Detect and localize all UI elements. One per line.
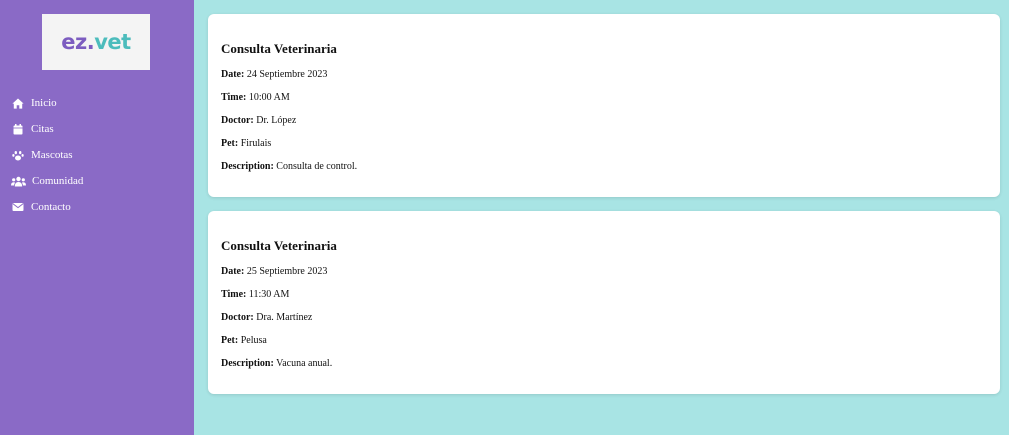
logo[interactable]: ez. vet bbox=[42, 14, 150, 70]
description-value: Consulta de control. bbox=[276, 161, 358, 172]
sidebar-item-citas[interactable]: Citas bbox=[11, 116, 83, 142]
sidebar-item-label: Citas bbox=[31, 123, 54, 135]
time-label: Time: bbox=[221, 289, 247, 300]
description-value: Vacuna anual. bbox=[276, 358, 333, 369]
sidebar-item-label: Comunidad bbox=[32, 175, 84, 187]
logo-text-vet: vet bbox=[94, 30, 131, 54]
pet-value: Pelusa bbox=[240, 335, 267, 346]
appointment-doctor: Doctor: Dra. Martínez bbox=[221, 312, 312, 323]
calendar-icon bbox=[11, 123, 24, 135]
pet-value: Firulais bbox=[240, 138, 272, 149]
pet-label: Pet: bbox=[221, 138, 239, 149]
paw-icon bbox=[11, 150, 24, 161]
description-label: Description: bbox=[221, 358, 274, 369]
sidebar-item-label: Inicio bbox=[31, 97, 57, 109]
sidebar-item-label: Contacto bbox=[31, 201, 71, 213]
appointment-time: Time: 11:30 AM bbox=[221, 289, 289, 300]
date-value: 24 Septiembre 2023 bbox=[246, 69, 328, 80]
appointment-card: Consulta Veterinaria Date: 24 Septiembre… bbox=[208, 14, 1000, 197]
appointment-description: Description: Consulta de control. bbox=[221, 161, 357, 172]
appointment-date: Date: 24 Septiembre 2023 bbox=[221, 69, 327, 80]
sidebar: ez.vet Inicio Citas Mascotas Comunidad bbox=[0, 0, 194, 435]
sidebar-item-label: Mascotas bbox=[31, 149, 73, 161]
logo-text-ez: ez. bbox=[61, 30, 95, 54]
sidebar-item-comunidad[interactable]: Comunidad bbox=[11, 168, 83, 194]
sidebar-item-contacto[interactable]: Contacto bbox=[11, 194, 83, 220]
sidebar-nav: Inicio Citas Mascotas Comunidad Contacto bbox=[11, 90, 83, 220]
description-label: Description: bbox=[221, 161, 274, 172]
sidebar-item-mascotas[interactable]: Mascotas bbox=[11, 142, 83, 168]
doctor-value: Dr. López bbox=[256, 115, 297, 126]
appointment-title: Consulta Veterinaria bbox=[221, 238, 337, 253]
doctor-value: Dra. Martínez bbox=[256, 312, 313, 323]
appointment-description: Description: Vacuna anual. bbox=[221, 358, 332, 369]
doctor-label: Doctor: bbox=[221, 115, 254, 126]
date-value: 25 Septiembre 2023 bbox=[246, 266, 328, 277]
appointment-date: Date: 25 Septiembre 2023 bbox=[221, 266, 327, 277]
envelope-icon bbox=[11, 202, 24, 213]
doctor-label: Doctor: bbox=[221, 312, 254, 323]
appointment-time: Time: 10:00 AM bbox=[221, 92, 290, 103]
date-label: Date: bbox=[221, 266, 245, 277]
time-value: 11:30 AM bbox=[248, 289, 290, 300]
appointment-title: Consulta Veterinaria bbox=[221, 41, 337, 56]
time-label: Time: bbox=[221, 92, 247, 103]
appointment-pet: Pet: Firulais bbox=[221, 138, 271, 149]
time-value: 10:00 AM bbox=[248, 92, 290, 103]
appointment-doctor: Doctor: Dr. López bbox=[221, 115, 296, 126]
date-label: Date: bbox=[221, 69, 245, 80]
appointment-card: Consulta Veterinaria Date: 25 Septiembre… bbox=[208, 211, 1000, 394]
pet-label: Pet: bbox=[221, 335, 239, 346]
appointment-pet: Pet: Pelusa bbox=[221, 335, 267, 346]
home-icon bbox=[11, 98, 24, 109]
main-content: Consulta Veterinaria Date: 24 Septiembre… bbox=[194, 0, 1009, 435]
users-icon bbox=[11, 176, 26, 187]
sidebar-item-inicio[interactable]: Inicio bbox=[11, 90, 83, 116]
